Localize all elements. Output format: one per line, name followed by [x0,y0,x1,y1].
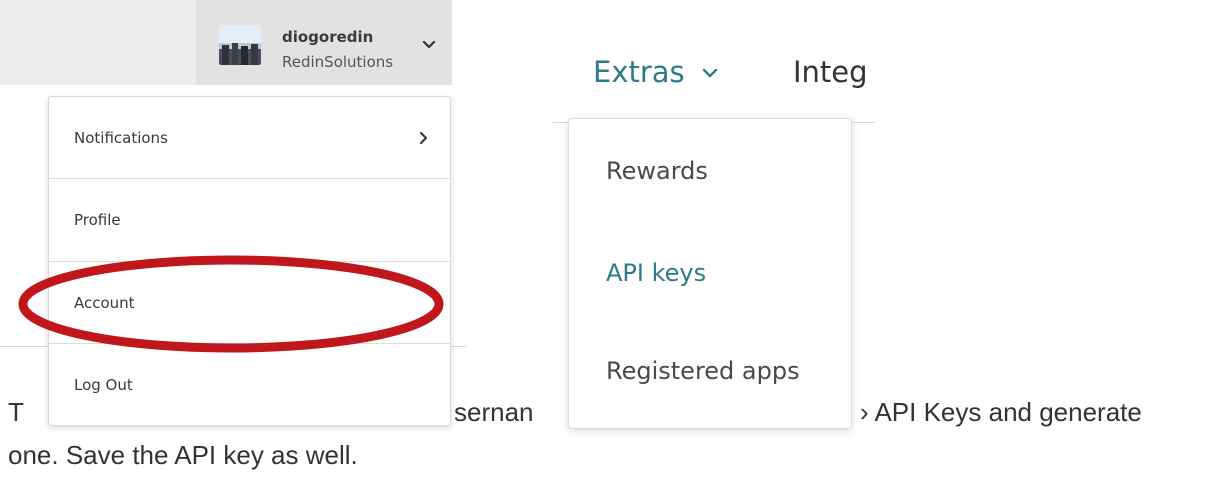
menu-item-profile[interactable]: Profile [49,179,450,261]
menu-item-registered-apps[interactable]: Registered apps [606,357,800,385]
menu-item-account[interactable]: Account [49,262,450,344]
body-text-line1-middle: sernan [454,397,534,427]
menu-item-label: Log Out [74,376,133,394]
nav-integrations[interactable]: Integ [793,55,875,89]
menu-item-notifications[interactable]: Notifications [49,97,450,179]
chevron-down-icon[interactable] [702,68,718,79]
username: diogoredin [282,28,374,46]
extras-dropdown-menu: Rewards API keys Registered apps [568,118,852,429]
menu-item-logout[interactable]: Log Out [49,344,450,426]
body-text-line1-start: T [8,397,24,427]
chevron-down-icon[interactable] [422,40,436,50]
body-text-line1-end: › API Keys and generate [860,397,1142,427]
chevron-right-icon [420,132,427,144]
company-name: RedinSolutions [282,53,394,71]
body-text-line2: one. Save the API key as well. [8,440,358,470]
menu-item-label: Profile [74,211,121,229]
menu-item-rewards[interactable]: Rewards [606,157,708,185]
menu-item-label: Notifications [74,129,168,147]
menu-item-label: Account [74,294,135,312]
user-dropdown-menu: Notifications Profile Account Log Out [48,96,451,426]
menu-item-api-keys[interactable]: API keys [606,259,706,287]
nav-extras[interactable]: Extras [593,55,685,89]
avatar [219,25,261,65]
